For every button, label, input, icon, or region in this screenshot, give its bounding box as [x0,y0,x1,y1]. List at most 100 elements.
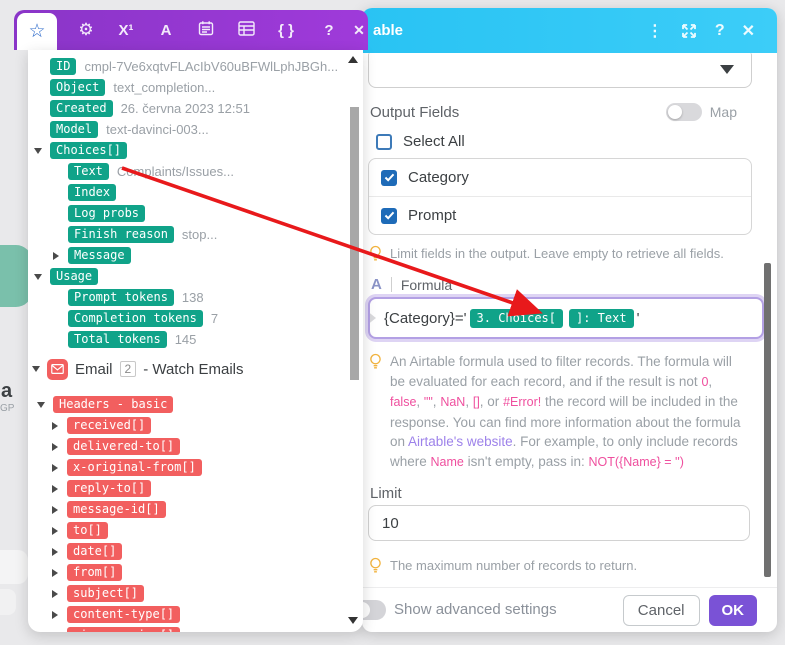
expand-icon[interactable] [52,632,58,633]
scroll-up-icon[interactable] [348,56,358,63]
collapse-icon[interactable] [37,402,45,408]
mapping-pill-usage[interactable]: Usage [50,268,98,285]
tree-value: Complaints/Issues... [117,164,234,179]
expand-icon[interactable] [52,569,58,577]
tab-variables[interactable]: { } [266,22,306,39]
map-toggle[interactable] [666,103,702,121]
close-icon[interactable]: ✕ [346,22,372,39]
mapping-pill-content-type-[interactable]: content-type[] [67,606,180,623]
expand-icon[interactable] [52,443,58,451]
mapping-pill-log-probs[interactable]: Log probs [68,205,145,222]
tab-math-functions[interactable]: X¹ [106,22,146,39]
limit-label: Limit [370,485,402,502]
airtable-website-link[interactable]: Airtable's website [408,434,513,449]
kebab-menu-icon[interactable]: ⋮ [647,21,663,41]
tree-value: text-davinci-003... [106,122,209,137]
mapping-pill-choices-[interactable]: Choices[] [50,142,127,159]
mapping-pill-prompt-tokens[interactable]: Prompt tokens [68,289,174,306]
arrow-slot [51,464,59,472]
cancel-button[interactable]: Cancel [623,595,700,626]
mapping-pill-from-[interactable]: from[] [67,564,122,581]
tab-text-functions[interactable]: A [146,22,186,39]
mapping-pill-id[interactable]: ID [50,58,76,75]
help-icon[interactable]: ? [312,22,346,39]
select-all-checkbox[interactable] [376,134,392,150]
scroll-down-icon[interactable] [348,617,358,624]
star-icon: ☆ [28,22,45,41]
mapping-pill-finish-reason[interactable]: Finish reason [68,226,174,243]
dialog-scrollbar-thumb[interactable] [764,263,771,577]
expand-icon[interactable] [52,590,58,598]
checkbox-prompt[interactable] [381,208,397,224]
dialog-header[interactable]: able ⋮ ? ✕ [362,8,777,53]
tab-array-functions[interactable] [226,21,266,40]
field-row-category[interactable]: Category [369,159,751,196]
limit-input[interactable]: 10 [368,505,750,541]
tab-favorites[interactable]: ☆ [17,13,57,50]
mapped-token-text[interactable]: ]: Text [569,309,634,328]
mapping-pill-total-tokens[interactable]: Total tokens [68,331,167,348]
field-label: Category [408,169,469,186]
mapping-pill-mime-version-[interactable]: mime-version[] [67,627,180,632]
hint-text: false [390,395,416,409]
toggle-knob [668,105,682,119]
mapping-pill-subject-[interactable]: subject[] [67,585,144,602]
expand-icon[interactable] [52,464,58,472]
mapping-pill-reply-to-[interactable]: reply-to[] [67,480,151,497]
expand-icon[interactable] [53,252,59,260]
chevron-down-icon [720,65,734,74]
mapping-pill-completion-tokens[interactable]: Completion tokens [68,310,203,327]
mapping-pill-model[interactable]: Model [50,121,98,138]
tree-row: IDcmpl-7Ve6xqtvFLAcIbV60uBFWlLphJBGh... [28,56,363,77]
arrow-slot [37,402,45,408]
expand-icon[interactable] [52,422,58,430]
collapse-icon[interactable] [34,148,42,154]
mapping-pill-created[interactable]: Created [50,100,113,117]
expand-icon[interactable] [52,506,58,514]
background-shape [0,589,16,615]
mapping-pill-to-[interactable]: to[] [67,522,108,539]
tree-row: Choices[] [28,140,363,161]
hint-text: An Airtable formula used to filter recor… [390,354,732,389]
tab-functions-general[interactable]: ⚙ [66,20,106,40]
tree-value: 138 [182,290,204,305]
expand-icon[interactable] [52,485,58,493]
hint-text: isn't empty, pass in: [464,454,589,469]
arrow-slot [51,485,59,493]
hint-text: , [416,394,424,409]
collapse-icon[interactable] [34,274,42,280]
checkbox-category[interactable] [381,170,397,186]
tree-row: Prompt tokens 138 [28,287,363,308]
panel-scrollbar-thumb[interactable] [350,107,359,380]
output-fields-row: Output Fields Map [370,103,746,121]
tab-date-functions[interactable] [186,20,226,40]
mapping-pill-text[interactable]: Text [68,163,109,180]
ok-button[interactable]: OK [709,595,758,626]
mapping-pill-message[interactable]: Message [68,247,131,264]
mapping-pill-x-original-from-[interactable]: x-original-from[] [67,459,202,476]
select-all-row[interactable]: Select All [376,133,465,150]
collapse-icon[interactable] [32,366,40,372]
dialog-footer: Show advanced settings Cancel OK [362,587,777,632]
mapping-pill-received-[interactable]: received[] [67,417,151,434]
close-icon[interactable]: ✕ [742,21,755,41]
help-icon[interactable]: ? [715,22,725,40]
expand-icon[interactable] [52,527,58,535]
mapped-token-choices[interactable]: 3. Choices[ [470,309,563,328]
hint-text: , or [480,394,503,409]
field-label: Prompt [408,207,456,224]
table-select-dropdown[interactable] [368,53,752,88]
mapping-pill-delivered-to-[interactable]: delivered-to[] [67,438,180,455]
mapping-pill-date-[interactable]: date[] [67,543,122,560]
email-module-suffix: - Watch Emails [143,361,243,378]
mapping-pill-headers-basic[interactable]: Headers - basic [53,396,173,413]
formula-input[interactable]: {Category}=' 3. Choices[ ]: Text ' [368,297,764,339]
field-row-prompt[interactable]: Prompt [369,196,751,234]
mapping-pill-message-id-[interactable]: message-id[] [67,501,166,518]
expand-icon[interactable] [52,611,58,619]
expand-icon[interactable] [52,548,58,556]
mapping-pill-index[interactable]: Index [68,184,116,201]
expand-icon[interactable] [680,22,698,40]
mapping-pill-object[interactable]: Object [50,79,105,96]
hint-text: [] [473,395,480,409]
